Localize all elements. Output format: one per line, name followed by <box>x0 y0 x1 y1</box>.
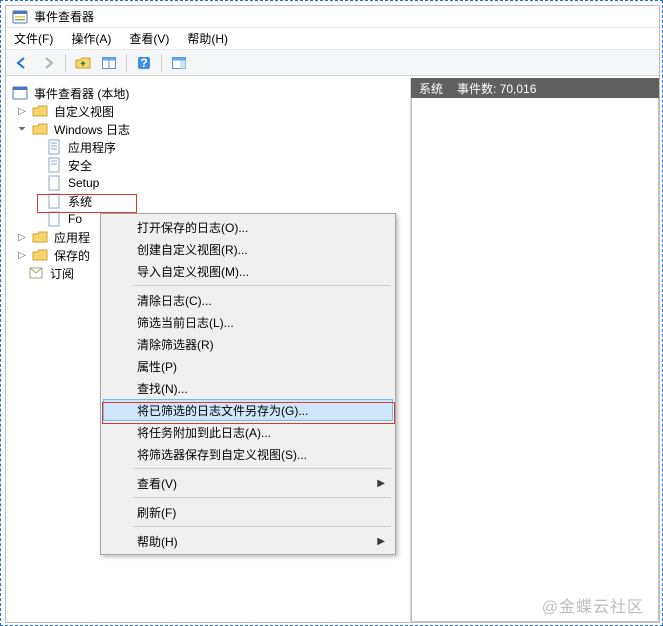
tree-log-application[interactable]: 应用程序 <box>10 138 406 156</box>
tree-label: 保存的 <box>52 247 92 264</box>
submenu-arrow-icon: ▶ <box>377 478 385 489</box>
forward-button[interactable] <box>36 52 60 74</box>
toolbar-separator <box>161 54 162 72</box>
context-menu-item-label: 创建自定义视图(R)... <box>137 241 248 258</box>
folder-icon <box>32 229 48 245</box>
detail-header: 系统 事件数: 70,016 <box>411 78 659 98</box>
tree-label: Windows 日志 <box>52 121 132 138</box>
context-menu-item[interactable]: 将筛选器保存到自定义视图(S)... <box>103 443 393 465</box>
log-icon <box>46 139 62 155</box>
tree-log-setup[interactable]: Setup <box>10 174 406 192</box>
context-menu-item[interactable]: 清除日志(C)... <box>103 289 393 311</box>
context-menu-item-label: 清除日志(C)... <box>137 292 212 309</box>
context-menu-item-label: 帮助(H) <box>137 533 178 550</box>
tree-label: Setup <box>66 176 101 190</box>
properties-pane-button[interactable] <box>97 52 121 74</box>
tree-root-label: 事件查看器 (本地) <box>32 85 131 102</box>
context-menu-item-label: 查找(N)... <box>137 380 188 397</box>
menu-file[interactable]: 文件(F) <box>12 29 55 48</box>
context-menu-item[interactable]: 查找(N)... <box>103 377 393 399</box>
tree-custom-views[interactable]: ▷ 自定义视图 <box>10 102 406 120</box>
tree-label: 应用程序 <box>66 139 118 156</box>
menu-help[interactable]: 帮助(H) <box>185 29 230 48</box>
log-icon <box>46 157 62 173</box>
log-icon <box>46 175 62 191</box>
expander-icon[interactable]: ▷ <box>16 106 28 117</box>
tree-label: 应用程 <box>52 229 92 246</box>
folder-icon <box>32 103 48 119</box>
window-title: 事件查看器 <box>34 8 94 25</box>
app-icon <box>12 9 28 25</box>
action-pane-button[interactable] <box>167 52 191 74</box>
tree-log-system[interactable]: 系统 <box>10 192 406 210</box>
context-menu-item-label: 将已筛选的日志文件另存为(G)... <box>137 402 308 419</box>
tree-label: 安全 <box>66 157 94 174</box>
tree-label: Fo <box>66 212 84 226</box>
tree-windows-logs[interactable]: ⏷ Windows 日志 <box>10 120 406 138</box>
context-menu-item[interactable]: 查看(V) ▶ <box>103 472 393 494</box>
folder-icon <box>32 247 48 263</box>
context-menu-item[interactable]: 清除筛选器(R) <box>103 333 393 355</box>
tree-label: 自定义视图 <box>52 103 116 120</box>
log-icon <box>46 211 62 227</box>
menu-view[interactable]: 查看(V) <box>127 29 171 48</box>
context-menu-item-label: 筛选当前日志(L)... <box>137 314 234 331</box>
up-folder-button[interactable] <box>71 52 95 74</box>
expander-icon[interactable]: ▷ <box>16 250 28 261</box>
titlebar: 事件查看器 <box>6 6 659 28</box>
menu-separator <box>133 497 391 498</box>
event-viewer-window: 事件查看器 文件(F) 操作(A) 查看(V) 帮助(H) ? 事件查看器 (本… <box>5 5 660 623</box>
submenu-arrow-icon: ▶ <box>377 536 385 547</box>
expander-icon[interactable]: ▷ <box>16 232 28 243</box>
menu-separator <box>133 526 391 527</box>
tree-root[interactable]: 事件查看器 (本地) <box>10 84 406 102</box>
help-button[interactable]: ? <box>132 52 156 74</box>
context-menu-item-label: 清除筛选器(R) <box>137 336 214 353</box>
context-menu-item-label: 导入自定义视图(M)... <box>137 263 249 280</box>
subscriptions-icon <box>28 265 44 281</box>
context-menu-item-label: 查看(V) <box>137 475 177 492</box>
app-icon <box>12 85 28 101</box>
menu-separator <box>133 285 391 286</box>
context-menu-item[interactable]: 帮助(H) ▶ <box>103 530 393 552</box>
svg-text:?: ? <box>140 56 147 70</box>
tree-log-security[interactable]: 安全 <box>10 156 406 174</box>
tree-label: 系统 <box>66 193 94 210</box>
toolbar-separator <box>126 54 127 72</box>
context-menu-item-label: 属性(P) <box>137 358 177 375</box>
back-button[interactable] <box>10 52 34 74</box>
context-menu-item[interactable]: 属性(P) <box>103 355 393 377</box>
toolbar-separator <box>65 54 66 72</box>
menu-separator <box>133 468 391 469</box>
context-menu-item[interactable]: 筛选当前日志(L)... <box>103 311 393 333</box>
tree-label: 订阅 <box>48 265 76 282</box>
context-menu: 打开保存的日志(O)... 创建自定义视图(R)... 导入自定义视图(M)... 清… <box>100 213 396 555</box>
log-icon <box>46 193 62 209</box>
context-menu-item[interactable]: 导入自定义视图(M)... <box>103 260 393 282</box>
right-panel: 系统 事件数: 70,016 <box>411 78 659 622</box>
context-menu-item[interactable]: 打开保存的日志(O)... <box>103 216 393 238</box>
context-menu-item-label: 打开保存的日志(O)... <box>137 219 248 236</box>
context-menu-item[interactable]: 将已筛选的日志文件另存为(G)... <box>103 399 393 421</box>
context-menu-item[interactable]: 将任务附加到此日志(A)... <box>103 421 393 443</box>
folder-icon <box>32 121 48 137</box>
detail-header-title: 系统 <box>419 80 443 97</box>
context-menu-item[interactable]: 刷新(F) <box>103 501 393 523</box>
context-menu-item[interactable]: 创建自定义视图(R)... <box>103 238 393 260</box>
menu-action[interactable]: 操作(A) <box>69 29 113 48</box>
context-menu-item-label: 刷新(F) <box>137 504 176 521</box>
detail-count: 事件数: 70,016 <box>457 80 536 97</box>
menubar: 文件(F) 操作(A) 查看(V) 帮助(H) <box>6 28 659 50</box>
toolbar: ? <box>6 50 659 76</box>
context-menu-item-label: 将任务附加到此日志(A)... <box>137 424 271 441</box>
detail-body <box>411 98 659 622</box>
context-menu-item-label: 将筛选器保存到自定义视图(S)... <box>137 446 307 463</box>
expander-icon[interactable]: ⏷ <box>16 124 28 135</box>
